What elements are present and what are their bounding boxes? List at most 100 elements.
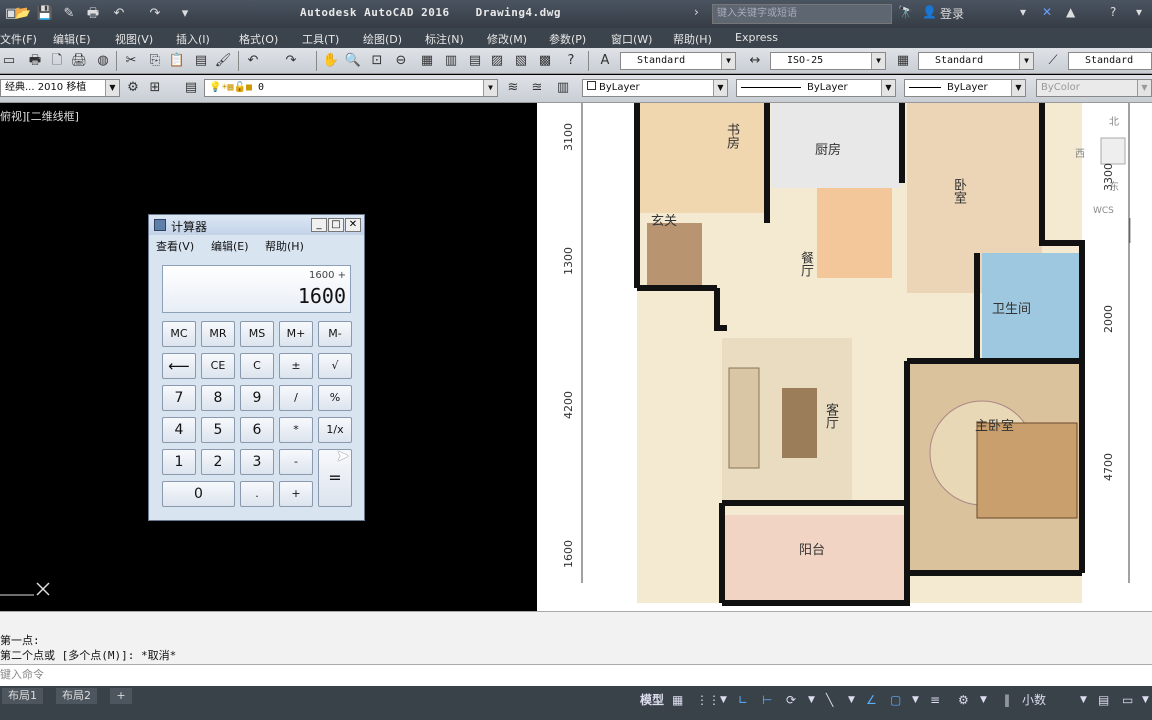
binoculars-icon[interactable]: 🔭: [898, 5, 913, 19]
digit-6-button[interactable]: 6: [240, 417, 274, 443]
compass-west[interactable]: 西: [1075, 145, 1085, 160]
workspace-settings-icon[interactable]: ⊞: [146, 79, 164, 97]
compass-north[interactable]: 北: [1109, 113, 1119, 128]
menu-tools[interactable]: 工具(T): [302, 31, 339, 47]
digit-5-button[interactable]: 5: [201, 417, 235, 443]
digit-3-button[interactable]: 3: [240, 449, 274, 475]
reciprocal-button[interactable]: 1/x: [318, 417, 352, 443]
menu-view[interactable]: 视图(V): [115, 31, 153, 47]
digit-0-button[interactable]: 0: [162, 481, 235, 507]
ortho-icon[interactable]: ∟: [738, 691, 748, 709]
multiply-button[interactable]: *: [279, 417, 313, 443]
multileader-style-icon[interactable]: ⟋: [1044, 52, 1062, 70]
clear-button[interactable]: C: [240, 353, 274, 379]
menu-parametric[interactable]: 参数(P): [549, 31, 586, 47]
table-style-icon[interactable]: ▦: [894, 52, 912, 70]
calc-menu-view[interactable]: 查看(V): [156, 238, 194, 254]
calculator-title-bar[interactable]: 计算器 _ □ ✕: [149, 215, 364, 235]
menu-edit[interactable]: 编辑(E): [53, 31, 91, 47]
exchange-icon[interactable]: ✕: [1042, 5, 1052, 19]
units-select[interactable]: 小数: [1022, 691, 1046, 709]
subtract-button[interactable]: -: [279, 449, 313, 475]
ms-button[interactable]: MS: [240, 321, 274, 347]
gear-dropdown-icon[interactable]: ▼: [980, 691, 987, 709]
paste-special-icon[interactable]: ▤: [192, 52, 210, 70]
divide-button[interactable]: /: [279, 385, 313, 411]
menu-format[interactable]: 格式(O): [239, 31, 278, 47]
sheet-set-icon[interactable]: ▨: [488, 52, 506, 70]
menu-file[interactable]: 文件(F): [0, 31, 37, 47]
customize-dropdown-icon[interactable]: ▼: [1142, 691, 1149, 709]
decimal-button[interactable]: .: [240, 481, 274, 507]
menu-express[interactable]: Express: [735, 31, 778, 44]
zoom-realtime-icon[interactable]: 🔍: [344, 52, 362, 70]
color-select[interactable]: ByLayer ▼: [582, 79, 728, 97]
model-space-button[interactable]: 模型: [640, 691, 664, 709]
linetype-select[interactable]: ByLayer ▼: [736, 79, 896, 97]
dim-style-icon[interactable]: ↔: [746, 52, 764, 70]
mc-button[interactable]: MC: [162, 321, 196, 347]
tab-layout1[interactable]: 布局1: [2, 688, 43, 704]
menu-modify[interactable]: 修改(M): [487, 31, 527, 47]
sqrt-button[interactable]: √: [318, 353, 352, 379]
text-style-icon[interactable]: A: [596, 52, 614, 70]
help-dropdown-icon[interactable]: ▾: [1136, 5, 1142, 19]
plot-icon[interactable]: 🖨: [70, 52, 88, 70]
command-input[interactable]: 键入命令: [0, 664, 1152, 686]
digit-2-button[interactable]: 2: [201, 449, 235, 475]
autodesk-icon[interactable]: ▲: [1066, 5, 1075, 19]
workspace-select[interactable]: 经典... 2010 移植 ▼: [0, 79, 120, 97]
layer-previous-icon[interactable]: ≊: [528, 79, 546, 97]
maximize-icon[interactable]: □: [328, 218, 344, 232]
customize-quick-access-icon[interactable]: ▾: [176, 5, 194, 23]
cut-icon[interactable]: ✂: [122, 52, 140, 70]
gear-icon[interactable]: ⚙: [124, 79, 142, 97]
isodraft-icon[interactable]: ╲: [826, 691, 833, 709]
tool-palettes-icon[interactable]: ▤: [466, 52, 484, 70]
close-icon[interactable]: ✕: [345, 218, 361, 232]
polar-dropdown-icon[interactable]: ▼: [808, 691, 815, 709]
ce-button[interactable]: CE: [201, 353, 235, 379]
units-dropdown-icon[interactable]: ▼: [1080, 691, 1087, 709]
print-icon[interactable]: 🖶: [26, 52, 44, 70]
quick-properties-icon[interactable]: ▤: [1098, 691, 1109, 709]
help-icon[interactable]: ?: [1110, 5, 1116, 19]
viewcube[interactable]: [1100, 137, 1126, 165]
digit-7-button[interactable]: 7: [162, 385, 196, 411]
help-icon[interactable]: ?: [562, 52, 580, 70]
open-icon[interactable]: 📂: [14, 5, 32, 23]
chevron-icon[interactable]: ›: [694, 5, 699, 19]
layer-properties-icon[interactable]: ▤: [182, 79, 200, 97]
text-style-select[interactable]: Standard ▼: [620, 52, 736, 70]
preview-icon[interactable]: 🗋: [48, 52, 66, 70]
user-icon[interactable]: 👤: [922, 5, 937, 19]
print-icon[interactable]: 🖶: [84, 5, 102, 23]
add-button[interactable]: +: [279, 481, 313, 507]
search-input[interactable]: 键入关键字或短语: [712, 4, 892, 24]
snap-icon[interactable]: ⋮⋮: [696, 691, 720, 709]
make-current-layer-icon[interactable]: ≋: [504, 79, 522, 97]
table-style-select[interactable]: Standard ▼: [918, 52, 1034, 70]
multileader-style-select[interactable]: Standard: [1068, 52, 1152, 70]
plus-minus-button[interactable]: ±: [279, 353, 313, 379]
menu-insert[interactable]: 插入(I): [176, 31, 210, 47]
save-icon[interactable]: 💾: [36, 5, 54, 23]
plotstyle-select[interactable]: ByColor ▼: [1036, 79, 1152, 97]
paste-icon[interactable]: 📋: [168, 52, 186, 70]
lineweight-icon[interactable]: ≡: [930, 691, 940, 709]
menu-help[interactable]: 帮助(H): [673, 31, 712, 47]
polar-tracking-icon[interactable]: ⟳: [786, 691, 796, 709]
wcs-label[interactable]: WCS: [1093, 206, 1114, 216]
percent-button[interactable]: %: [318, 385, 352, 411]
properties-icon[interactable]: ▦: [418, 52, 436, 70]
match-properties-icon[interactable]: 🖌: [214, 52, 232, 70]
object-snap-icon[interactable]: ▢: [890, 691, 901, 709]
save-as-icon[interactable]: ✎: [60, 5, 78, 23]
snap-dropdown-icon[interactable]: ▼: [720, 691, 727, 709]
m-plus-button[interactable]: M+: [279, 321, 313, 347]
zoom-previous-icon[interactable]: ⊖: [392, 52, 410, 70]
dim-style-select[interactable]: ISO-25 ▼: [770, 52, 886, 70]
redo-icon[interactable]: ↷: [146, 5, 164, 23]
compass-east[interactable]: 东: [1109, 178, 1119, 193]
pan-icon[interactable]: ✋: [322, 52, 340, 70]
